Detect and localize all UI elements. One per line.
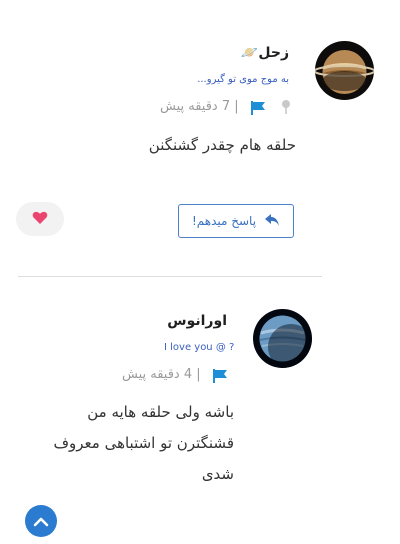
uranus-avatar[interactable]	[253, 309, 312, 368]
scroll-to-top-button[interactable]	[25, 505, 57, 537]
pin-icon[interactable]	[280, 99, 292, 119]
comment-author[interactable]: زحل🪐	[241, 45, 289, 61]
comment-time: | 4 دقیقه پیش	[122, 367, 201, 382]
comment-subtitle: به موج موی تو گیرو...	[197, 74, 289, 85]
comment-time: | 7 دقیقه پیش	[160, 99, 239, 114]
comment-text-line: قشنگترن تو اشتباهی معروف	[53, 434, 234, 452]
like-button[interactable]	[16, 202, 64, 236]
comment-text-line: باشه ولی حلقه هایه من	[87, 403, 234, 421]
flag-icon[interactable]	[213, 368, 229, 387]
chevron-up-icon	[33, 512, 49, 531]
comment-subtitle: I love you @ ?	[164, 342, 235, 353]
saturn-avatar[interactable]	[315, 41, 374, 100]
reply-button[interactable]: پاسخ میدهم!	[178, 204, 294, 238]
flag-icon[interactable]	[251, 100, 267, 119]
heart-icon	[32, 210, 48, 229]
comment-text-line: شدی	[201, 465, 234, 483]
comment-divider	[18, 276, 322, 277]
comment-author[interactable]: اورانوس	[167, 313, 227, 329]
reply-icon	[264, 212, 280, 231]
comment-text: حلقه هام چقدر گشنگنن	[148, 136, 296, 154]
reply-label: پاسخ میدهم!	[191, 214, 257, 228]
